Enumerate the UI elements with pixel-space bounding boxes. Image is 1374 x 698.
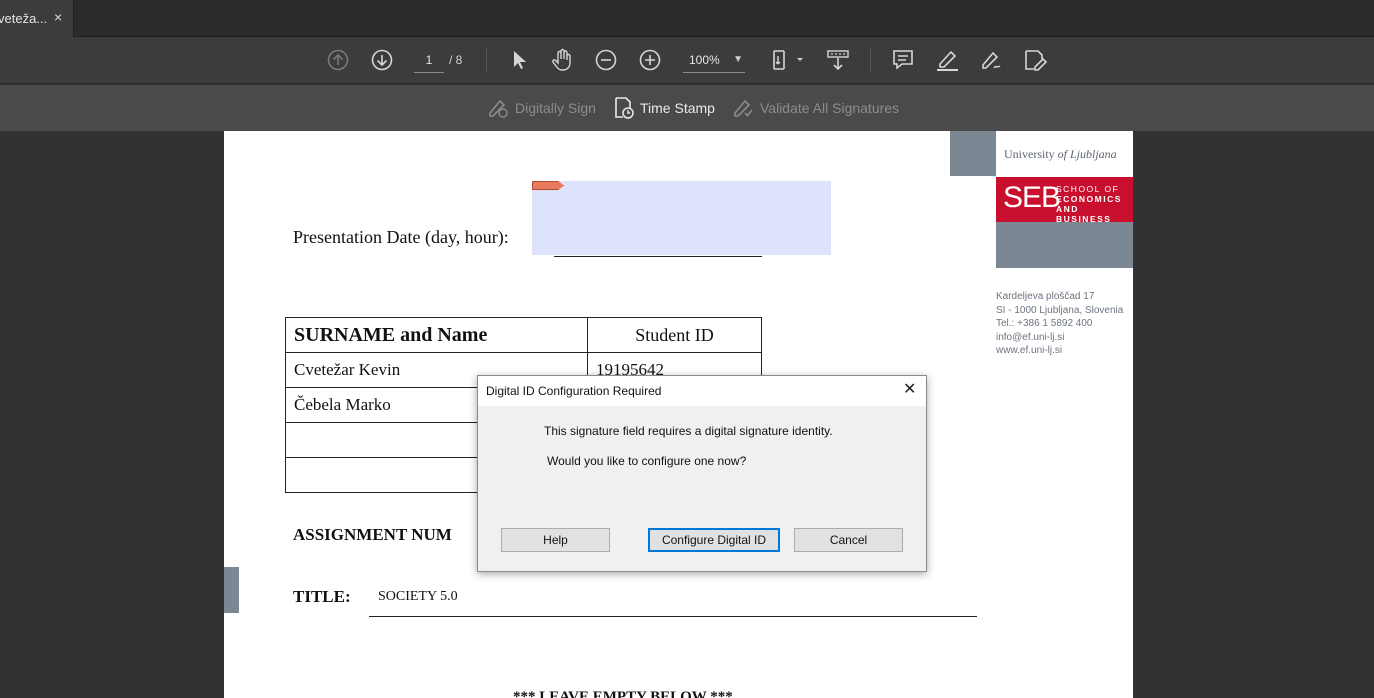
university-name-italic: of Ljubljana — [1057, 147, 1117, 161]
document-tab[interactable]: veteža... × — [0, 0, 74, 37]
address-line: SI - 1000 Ljubljana, Slovenia — [996, 304, 1124, 316]
page-side-marker — [224, 567, 239, 613]
minus-circle-icon — [595, 49, 617, 71]
hand-tool-button[interactable] — [549, 47, 575, 73]
edit-document-icon — [1025, 50, 1048, 71]
dialog-message: This signature field requires a digital … — [544, 424, 833, 438]
address-line: www.ef.uni-lj.si — [996, 345, 1063, 356]
validate-signature-icon — [734, 99, 753, 117]
pen-sign-icon — [982, 51, 1001, 69]
zoom-value: 100% — [689, 53, 720, 67]
address-line: Kardeljeva ploščad 17 — [996, 291, 1095, 302]
address-line: Tel.: +386 1 5892 400 — [996, 318, 1093, 329]
signature-field-flag — [532, 181, 564, 190]
arrow-down-circle-icon — [371, 49, 393, 71]
sign-pen-icon — [489, 99, 508, 118]
time-stamp-icon — [615, 97, 634, 119]
digitally-sign-label: Digitally Sign — [515, 100, 596, 116]
signature-toolbar: Digitally Sign Time Stamp Validate All S… — [0, 85, 1374, 131]
seb-logo-abbr: SEB — [1003, 181, 1061, 214]
seb-logo-line3: AND BUSINESS — [1056, 204, 1112, 224]
previous-page-button[interactable] — [325, 47, 351, 73]
dialog-question: Would you like to configure one now? — [547, 454, 747, 468]
highlight-button[interactable] — [934, 47, 960, 73]
digitally-sign-button[interactable]: Digitally Sign — [486, 94, 596, 122]
presentation-date-line — [554, 256, 762, 257]
comment-button[interactable] — [890, 47, 916, 73]
zoom-out-button[interactable] — [593, 47, 619, 73]
next-page-button[interactable] — [369, 47, 395, 73]
signature-field[interactable] — [532, 181, 831, 255]
zoom-select[interactable]: 100% ▼ — [683, 47, 745, 73]
fill-sign-button[interactable] — [978, 47, 1004, 73]
zoom-in-button[interactable] — [637, 47, 663, 73]
select-tool-button[interactable] — [505, 47, 531, 73]
table-header-row: SURNAME and Name Student ID — [285, 317, 762, 353]
edit-pdf-button[interactable] — [1022, 47, 1048, 73]
main-toolbar: 1 / 8 100% ▼ — [0, 37, 1374, 84]
highlighter-icon — [937, 50, 958, 71]
toolbar-divider — [486, 47, 487, 73]
address-block: Kardeljeva ploščad 17 SI - 1000 Ljubljan… — [996, 290, 1123, 358]
seb-logo-line2: ECONOMICS — [1056, 194, 1122, 204]
toolbar-divider — [870, 47, 871, 73]
seb-logo: SEB SCHOOL OF ECONOMICS AND BUSINESS — [996, 177, 1133, 224]
tab-title: veteža... — [0, 11, 48, 26]
comment-icon — [893, 50, 913, 70]
scrolling-mode-button[interactable] — [825, 47, 851, 73]
tab-close-icon[interactable]: × — [54, 9, 62, 25]
page-fit-icon — [773, 50, 803, 70]
hand-icon — [552, 48, 571, 71]
page-display-button[interactable] — [770, 47, 804, 73]
configure-digital-id-button[interactable]: Configure Digital ID — [648, 528, 780, 552]
address-line: info@ef.uni-lj.si — [996, 331, 1065, 343]
plus-circle-icon — [639, 49, 661, 71]
logo-gray-block-lower — [996, 222, 1133, 268]
seb-logo-line1: SCHOOL OF — [1056, 184, 1120, 194]
dialog-title: Digital ID Configuration Required — [486, 384, 662, 398]
help-button[interactable]: Help — [501, 528, 610, 552]
time-stamp-button[interactable]: Time Stamp — [613, 94, 715, 122]
cursor-arrow-icon — [514, 51, 526, 69]
table-header-cell: Student ID — [587, 317, 762, 353]
scroll-down-icon — [827, 50, 849, 71]
page-total: / 8 — [449, 53, 463, 67]
title-value: SOCIETY 5.0 — [378, 589, 458, 604]
university-name: University of Ljubljana — [1004, 147, 1117, 162]
dialog-titlebar: Digital ID Configuration Required ✕ — [478, 376, 926, 406]
page-number-input[interactable]: 1 — [414, 47, 444, 73]
table-header-cell: SURNAME and Name — [285, 317, 588, 353]
validate-all-signatures-button[interactable]: Validate All Signatures — [731, 94, 899, 122]
arrow-up-circle-icon — [327, 49, 349, 71]
tab-bar: veteža... × — [0, 0, 1374, 37]
close-icon[interactable]: ✕ — [903, 381, 916, 399]
validate-all-label: Validate All Signatures — [760, 100, 900, 116]
time-stamp-label: Time Stamp — [640, 100, 715, 116]
title-underline — [369, 616, 977, 617]
chevron-down-icon: ▼ — [733, 54, 743, 65]
assignment-number-label: ASSIGNMENT NUM — [293, 525, 452, 544]
university-name-plain: University — [1004, 147, 1058, 161]
presentation-date-label: Presentation Date (day, hour): — [293, 227, 509, 247]
cancel-button[interactable]: Cancel — [794, 528, 903, 552]
digital-id-dialog: Digital ID Configuration Required ✕ This… — [477, 375, 927, 572]
leave-empty-heading: *** LEAVE EMPTY BELOW *** — [513, 689, 733, 698]
title-label: TITLE: — [293, 587, 351, 606]
logo-gray-block — [950, 131, 996, 176]
